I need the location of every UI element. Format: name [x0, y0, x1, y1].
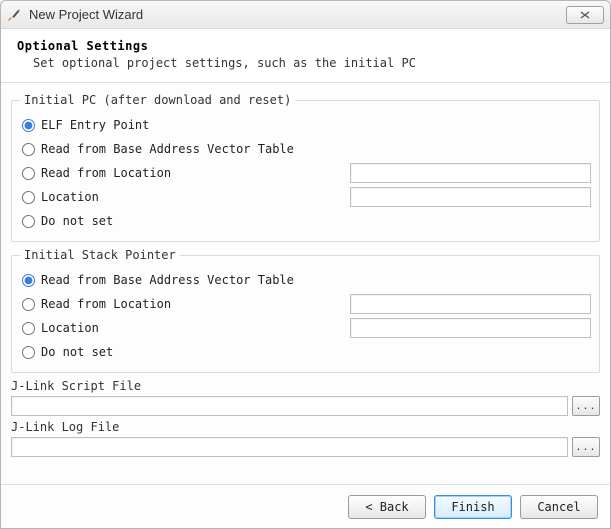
radio-sp-readloc[interactable]: [22, 298, 35, 311]
cancel-button[interactable]: Cancel: [520, 495, 598, 519]
label-sp-none: Do not set: [41, 345, 113, 359]
window-title: New Project Wizard: [29, 7, 143, 22]
titlebar: New Project Wizard: [1, 1, 610, 29]
footer: < Back Finish Cancel: [1, 484, 610, 528]
radio-pc-loc[interactable]: [22, 191, 35, 204]
browse-log-button[interactable]: ...: [572, 437, 600, 457]
header: Optional Settings Set optional project s…: [1, 29, 610, 83]
legend-initial-sp: Initial Stack Pointer: [20, 248, 180, 262]
group-initial-pc: Initial PC (after download and reset) EL…: [11, 93, 600, 242]
input-script-file[interactable]: [11, 396, 568, 416]
radio-pc-base[interactable]: [22, 143, 35, 156]
input-log-file[interactable]: [11, 437, 568, 457]
radio-sp-none[interactable]: [22, 346, 35, 359]
input-sp-readloc[interactable]: [350, 294, 591, 314]
label-sp-readloc: Read from Location: [41, 297, 171, 311]
label-pc-base: Read from Base Address Vector Table: [41, 142, 294, 156]
label-sp-base: Read from Base Address Vector Table: [41, 273, 294, 287]
input-sp-loc[interactable]: [350, 318, 591, 338]
label-pc-loc: Location: [41, 190, 99, 204]
label-script-file: J-Link Script File: [11, 379, 600, 393]
label-pc-readloc: Read from Location: [41, 166, 171, 180]
radio-pc-none[interactable]: [22, 215, 35, 228]
radio-pc-readloc[interactable]: [22, 167, 35, 180]
close-button[interactable]: [566, 6, 604, 24]
radio-sp-base[interactable]: [22, 274, 35, 287]
label-log-file: J-Link Log File: [11, 420, 600, 434]
browse-script-button[interactable]: ...: [572, 396, 600, 416]
content-area: Initial PC (after download and reset) EL…: [1, 83, 610, 484]
finish-button[interactable]: Finish: [434, 495, 512, 519]
radio-sp-loc[interactable]: [22, 322, 35, 335]
label-pc-elf: ELF Entry Point: [41, 118, 149, 132]
input-pc-loc[interactable]: [350, 187, 591, 207]
wizard-icon: [7, 7, 23, 23]
dialog-window: New Project Wizard Optional Settings Set…: [0, 0, 611, 529]
label-pc-none: Do not set: [41, 214, 113, 228]
legend-initial-pc: Initial PC (after download and reset): [20, 93, 295, 107]
group-initial-sp: Initial Stack Pointer Read from Base Add…: [11, 248, 600, 373]
label-sp-loc: Location: [41, 321, 99, 335]
back-button[interactable]: < Back: [348, 495, 426, 519]
radio-pc-elf[interactable]: [22, 119, 35, 132]
header-subtitle: Set optional project settings, such as t…: [17, 56, 594, 70]
header-title: Optional Settings: [17, 39, 594, 53]
input-pc-readloc[interactable]: [350, 163, 591, 183]
